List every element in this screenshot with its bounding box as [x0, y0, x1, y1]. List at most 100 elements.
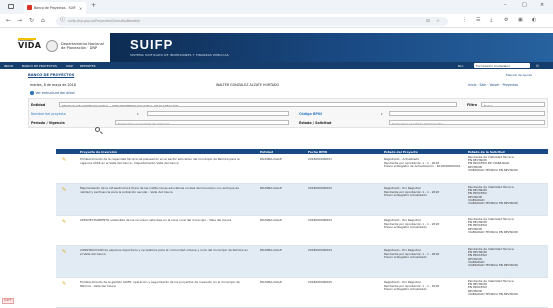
reader-mode-icon[interactable]: ⊡	[426, 19, 430, 24]
cell-estado-solicitud: Pendiente de Viabilidad Técnica EN REVIS…	[468, 247, 518, 268]
back-button[interactable]: ←	[6, 17, 11, 24]
cell-entidad: PALMIRA-VALLE	[260, 186, 282, 190]
table-row[interactable]: ✎ CONSTRUCCIÓN de espacios deportivos y …	[56, 246, 548, 278]
cell-entidad: PALMIRA-VALLE	[260, 248, 282, 252]
search-icon[interactable]	[95, 127, 100, 132]
cell-entidad: PALMIRA-VALLE	[260, 157, 282, 161]
back-link[interactable]: Volver	[490, 83, 500, 87]
periodo-select[interactable]: Seleccione un periodo de vigencia	[115, 120, 289, 125]
table-row[interactable]: ✎ Fortalecimiento de la capacidad técnic…	[56, 154, 548, 184]
suifp-banner: SUIFP SISTEMA UNIFICADO DE INVERSIONES Y…	[110, 33, 553, 62]
help-link[interactable]: Manual de Ayuda	[506, 73, 532, 77]
nombre-proyecto-label: Nombre del proyecto	[31, 112, 66, 116]
codigo-bpin-input[interactable]	[389, 111, 545, 116]
extension-icon-1[interactable]: ⋮	[462, 18, 467, 23]
tree-structure-link[interactable]: Ver estructura del árbol	[30, 91, 75, 95]
site-info-icon[interactable]: ⓘ	[60, 18, 65, 23]
current-date: martes, 8 de mayo de 2018	[30, 83, 76, 87]
cell-proyecto[interactable]: APROVECHAMIENTO sostenible de los recurs…	[80, 218, 248, 223]
user-name: WALTER GONZALEZ ALZATE HURTADO	[216, 83, 280, 87]
reload-button[interactable]: ↻	[29, 17, 34, 24]
dnp-name: Departamento Nacional de Planeación · DN…	[61, 42, 104, 50]
logo-color-bar	[18, 38, 36, 40]
app-subtitle: SISTEMA UNIFICADO DE INVERSIONES Y FINAN…	[130, 53, 229, 57]
cell-proyecto[interactable]: Fortalecimiento de la capacidad técnica …	[80, 157, 248, 165]
tree-link-label: Ver estructura del árbol	[35, 91, 75, 95]
filtro-select[interactable]: Todos	[481, 102, 545, 107]
periodo-label: Período / Vigencia	[31, 121, 65, 125]
codigo-bpin-label: Código BPIN	[299, 112, 322, 116]
page-actions: Inicio · Salir · Volver · Proyectos	[468, 83, 519, 87]
downloads-icon[interactable]: ⤓	[490, 18, 492, 23]
url-field[interactable]: ⓘ suifp.dnp.gov.co/Proyectos/Consulta/Ba…	[56, 16, 448, 26]
edit-icon[interactable]: ✎	[62, 220, 66, 225]
cell-entidad: PALMIRA-VALLE	[260, 218, 282, 222]
cell-proyecto[interactable]: Mejoramiento de la infraestructura físic…	[80, 186, 248, 194]
table-row[interactable]: ✎ Mejoramiento de la infraestructura fís…	[56, 184, 548, 216]
app-title: SUIFP	[130, 37, 174, 52]
maximize-button[interactable]: □	[522, 3, 527, 8]
gobierno-logo[interactable]: COLOMBIA VIDA	[18, 38, 42, 50]
entidad-select[interactable]: ENTIDAD DE ORDEN NACIONAL - DEPARTAMENTO…	[59, 102, 457, 107]
filter-panel: Entidad ENTIDAD DE ORDEN NACIONAL - DEPA…	[28, 98, 548, 128]
filtro-label: Filtro	[467, 103, 477, 107]
cell-estado-solicitud: Pendiente de Viabilidad Técnica EN REVIS…	[468, 185, 518, 206]
estado-label: Estado / Solicitud	[299, 121, 332, 125]
cell-estado: Registrado - Por Registrar Pendiente por…	[384, 186, 440, 198]
nav-item-banco[interactable]: BANCO DE PROYECTOS	[22, 64, 57, 68]
nav-item-reportes[interactable]: REPORTES	[80, 64, 96, 68]
browser-tab-strip: Banco de Proyectos - SUIFP × + – □ ×	[0, 0, 553, 14]
nombre-proyecto-input[interactable]	[147, 111, 289, 116]
chevron-down-icon[interactable]: ▾	[137, 112, 139, 116]
cell-proyecto[interactable]: CONSTRUCCIÓN de espacios deportivos y re…	[80, 248, 248, 256]
cell-fecha: 2018000000002	[308, 186, 332, 190]
logo-word: VIDA	[18, 41, 42, 50]
forward-button[interactable]: →	[17, 17, 22, 24]
favorite-star-icon[interactable]: ☆	[436, 19, 440, 24]
cell-fecha: 2018000000001	[308, 157, 332, 161]
role-select[interactable]: Formulador Ciudadano	[474, 63, 530, 68]
exit-link[interactable]: Salir	[479, 83, 486, 87]
tree-icon	[30, 91, 34, 95]
close-window-button[interactable]: ×	[540, 3, 544, 8]
home-link[interactable]: Inicio	[468, 83, 476, 87]
edit-icon[interactable]: ✎	[62, 158, 66, 163]
url-text: suifp.dnp.gov.co/Proyectos/Consulta/Band…	[68, 19, 140, 24]
cell-proyecto[interactable]: Fortalecimiento de la gestión SUIFP, ope…	[80, 280, 248, 288]
edit-icon[interactable]: ✎	[62, 188, 66, 193]
tab-title: Banco de Proyectos - SUIFP	[34, 6, 76, 10]
cell-fecha: 2018000000005	[308, 280, 332, 284]
table-row[interactable]: ✎ APROVECHAMIENTO sostenible de los recu…	[56, 216, 548, 246]
cell-estado: Registrado - Actualizado Pendiente por A…	[384, 157, 461, 169]
logout-icon[interactable]: ⏻	[536, 64, 539, 68]
edit-icon[interactable]: ✎	[62, 250, 66, 255]
nav-item-inicio[interactable]: INICIO	[4, 64, 13, 68]
home-button[interactable]: ⌂	[41, 17, 45, 24]
cell-estado: Registrado - Por Registrar Pendiente por…	[384, 218, 440, 230]
profile-icon[interactable]: ▣	[518, 18, 523, 23]
tab-overview-icon[interactable]	[8, 4, 14, 9]
chevron-down-icon[interactable]: ▾	[381, 112, 383, 116]
dnp-seal-icon	[46, 40, 58, 52]
projects-link[interactable]: Proyectos	[503, 83, 519, 87]
cell-estado-solicitud: Pendiente de Viabilidad Técnica EN REVIS…	[468, 279, 518, 296]
address-bar-row: ← → ↻ ⌂ ⓘ suifp.dnp.gov.co/Proyectos/Con…	[0, 14, 553, 28]
cell-fecha: 2018000000003	[308, 218, 332, 222]
role-label: Rol:	[458, 63, 464, 68]
settings-gear-icon[interactable]: ⚙	[504, 18, 508, 23]
dnp-line-2: de Planeación · DNP	[61, 46, 98, 51]
tab-favicon-icon	[27, 5, 32, 10]
estado-select[interactable]: Seleccione el estado del proyecto	[389, 120, 545, 125]
page-title: BANCO DE PROYECTOS	[28, 73, 75, 77]
edit-icon[interactable]: ✎	[62, 282, 66, 287]
minimize-button[interactable]: –	[504, 3, 507, 8]
nav-item-sigp[interactable]: SIGP	[66, 64, 73, 68]
status-badge[interactable]: SUIFP	[2, 298, 14, 304]
collections-icon[interactable]: ☰	[476, 18, 480, 23]
browser-tab[interactable]: Banco de Proyectos - SUIFP ×	[24, 2, 86, 14]
browser-menu-icon[interactable]: ◐	[532, 18, 536, 23]
new-tab-button[interactable]: +	[91, 3, 96, 9]
table-row[interactable]: ✎ Fortalecimiento de la gestión SUIFP, o…	[56, 278, 548, 308]
tab-close-icon[interactable]: ×	[79, 6, 82, 11]
cell-entidad: PALMIRA-VALLE	[260, 280, 282, 284]
